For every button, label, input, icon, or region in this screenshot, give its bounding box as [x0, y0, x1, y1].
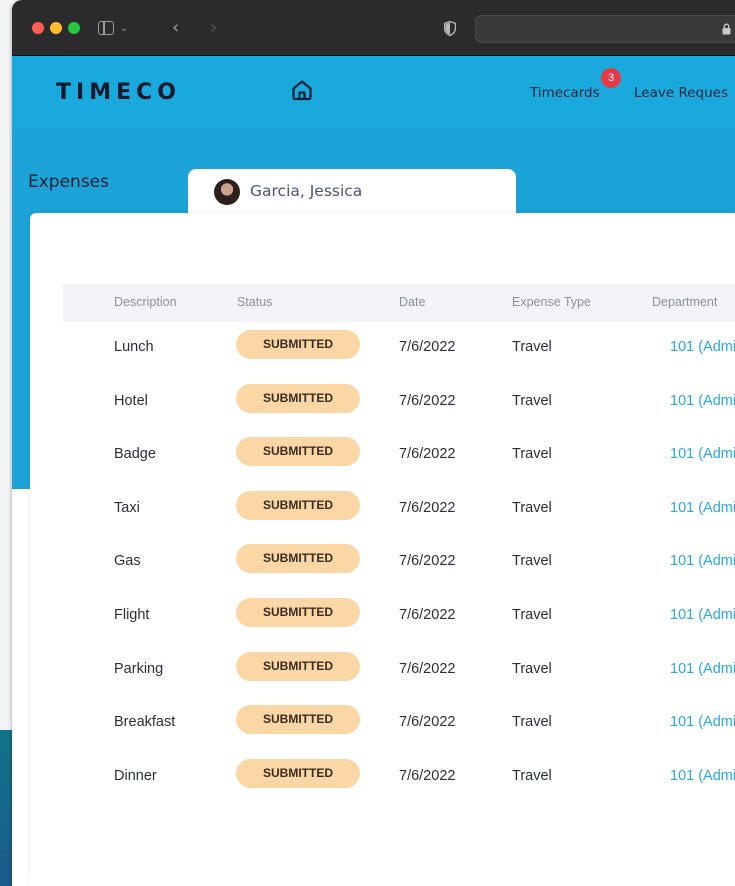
column-header-status[interactable]: Status	[237, 295, 272, 309]
department-link[interactable]: 101 (Admin)	[670, 339, 735, 355]
cell-description: Gas	[114, 553, 141, 569]
nav-timecards[interactable]: Timecards	[530, 85, 600, 101]
chevron-right-icon[interactable]: ›	[210, 18, 217, 38]
cell-expense-type: Travel	[512, 500, 552, 516]
address-bar[interactable]	[475, 15, 735, 43]
column-header-department[interactable]: Department	[652, 295, 717, 309]
cell-date: 7/6/2022	[399, 661, 456, 677]
cell-description: Dinner	[114, 768, 157, 784]
desktop-background	[0, 0, 12, 730]
zoom-window-button[interactable]	[68, 22, 80, 34]
cell-description: Taxi	[114, 500, 140, 516]
cell-expense-type: Travel	[512, 768, 552, 784]
close-window-button[interactable]	[32, 22, 44, 34]
column-header-expense-type[interactable]: Expense Type	[512, 295, 591, 309]
cell-expense-type: Travel	[512, 339, 552, 355]
avatar	[214, 179, 240, 205]
notification-badge: 3	[601, 68, 621, 88]
department-link[interactable]: 101 (Admin)	[670, 446, 735, 462]
status-badge: SUBMITTED	[236, 598, 360, 627]
status-badge: SUBMITTED	[236, 759, 360, 788]
cell-description: Breakfast	[114, 714, 176, 730]
cell-date: 7/6/2022	[399, 339, 456, 355]
shield-icon[interactable]	[444, 21, 456, 36]
department-link[interactable]: 101 (Admin)	[670, 553, 735, 569]
department-link[interactable]: 101 (Admin)	[670, 607, 735, 623]
table-row[interactable]: Parking SUBMITTED 7/6/2022 Travel 101 (A…	[63, 644, 735, 698]
status-badge: SUBMITTED	[236, 384, 360, 413]
cell-description: Flight	[114, 607, 150, 623]
status-badge: SUBMITTED	[236, 330, 360, 359]
cell-date: 7/6/2022	[399, 714, 456, 730]
table-row[interactable]: Gas SUBMITTED 7/6/2022 Travel 101 (Admin…	[63, 536, 735, 590]
app-header: TIMECO Timecards 3 Leave Reques	[12, 56, 735, 129]
cell-description: Lunch	[114, 339, 154, 355]
table-row[interactable]: Breakfast SUBMITTED 7/6/2022 Travel 101 …	[63, 697, 735, 751]
chevron-down-icon[interactable]: ⌄	[120, 19, 128, 39]
column-header-date[interactable]: Date	[399, 295, 425, 309]
cell-date: 7/6/2022	[399, 768, 456, 784]
chevron-left-icon[interactable]: ‹	[172, 18, 179, 38]
status-badge: SUBMITTED	[236, 491, 360, 520]
page-title: Expenses	[28, 172, 109, 192]
cell-date: 7/6/2022	[399, 446, 456, 462]
status-badge: SUBMITTED	[236, 652, 360, 681]
expenses-card: Description Status Date Expense Type Dep…	[30, 213, 735, 886]
status-badge: SUBMITTED	[236, 437, 360, 466]
table-row[interactable]: Taxi SUBMITTED 7/6/2022 Travel 101 (Admi…	[63, 483, 735, 537]
cell-date: 7/6/2022	[399, 607, 456, 623]
cell-expense-type: Travel	[512, 553, 552, 569]
table-row[interactable]: Lunch SUBMITTED 7/6/2022 Travel 101 (Adm…	[63, 322, 735, 376]
department-link[interactable]: 101 (Admin)	[670, 714, 735, 730]
cell-expense-type: Travel	[512, 446, 552, 462]
status-badge: SUBMITTED	[236, 544, 360, 573]
employee-name: Garcia, Jessica	[250, 182, 363, 200]
status-badge: SUBMITTED	[236, 705, 360, 734]
table-row[interactable]: Dinner SUBMITTED 7/6/2022 Travel 101 (Ad…	[63, 751, 735, 805]
department-link[interactable]: 101 (Admin)	[670, 661, 735, 677]
department-link[interactable]: 101 (Admin)	[670, 393, 735, 409]
department-link[interactable]: 101 (Admin)	[670, 768, 735, 784]
department-link[interactable]: 101 (Admin)	[670, 500, 735, 516]
cell-expense-type: Travel	[512, 714, 552, 730]
cell-date: 7/6/2022	[399, 553, 456, 569]
browser-window: ⌄ ‹ › TIMECO Timecards 3 Leave Reques Ex…	[12, 0, 735, 886]
cell-expense-type: Travel	[512, 607, 552, 623]
employee-tab[interactable]: Garcia, Jessica	[188, 169, 516, 215]
minimize-window-button[interactable]	[50, 22, 62, 34]
cell-date: 7/6/2022	[399, 500, 456, 516]
cell-description: Parking	[114, 661, 164, 677]
home-icon[interactable]	[290, 78, 314, 102]
browser-toolbar: ⌄ ‹ ›	[12, 0, 735, 56]
table-header: Description Status Date Expense Type Dep…	[63, 284, 735, 322]
table-row[interactable]: Hotel SUBMITTED 7/6/2022 Travel 101 (Adm…	[63, 376, 735, 430]
cell-expense-type: Travel	[512, 661, 552, 677]
table-row[interactable]: Flight SUBMITTED 7/6/2022 Travel 101 (Ad…	[63, 590, 735, 644]
cell-expense-type: Travel	[512, 393, 552, 409]
table-row[interactable]: Badge SUBMITTED 7/6/2022 Travel 101 (Adm…	[63, 429, 735, 483]
column-header-description[interactable]: Description	[114, 295, 177, 309]
cell-description: Hotel	[114, 393, 148, 409]
cell-date: 7/6/2022	[399, 393, 456, 409]
cell-description: Badge	[114, 446, 156, 462]
sidebar-icon[interactable]	[98, 21, 114, 35]
lock-icon	[722, 23, 731, 35]
timeco-logo[interactable]: TIMECO	[56, 80, 181, 105]
nav-leave-requests[interactable]: Leave Reques	[634, 85, 728, 101]
